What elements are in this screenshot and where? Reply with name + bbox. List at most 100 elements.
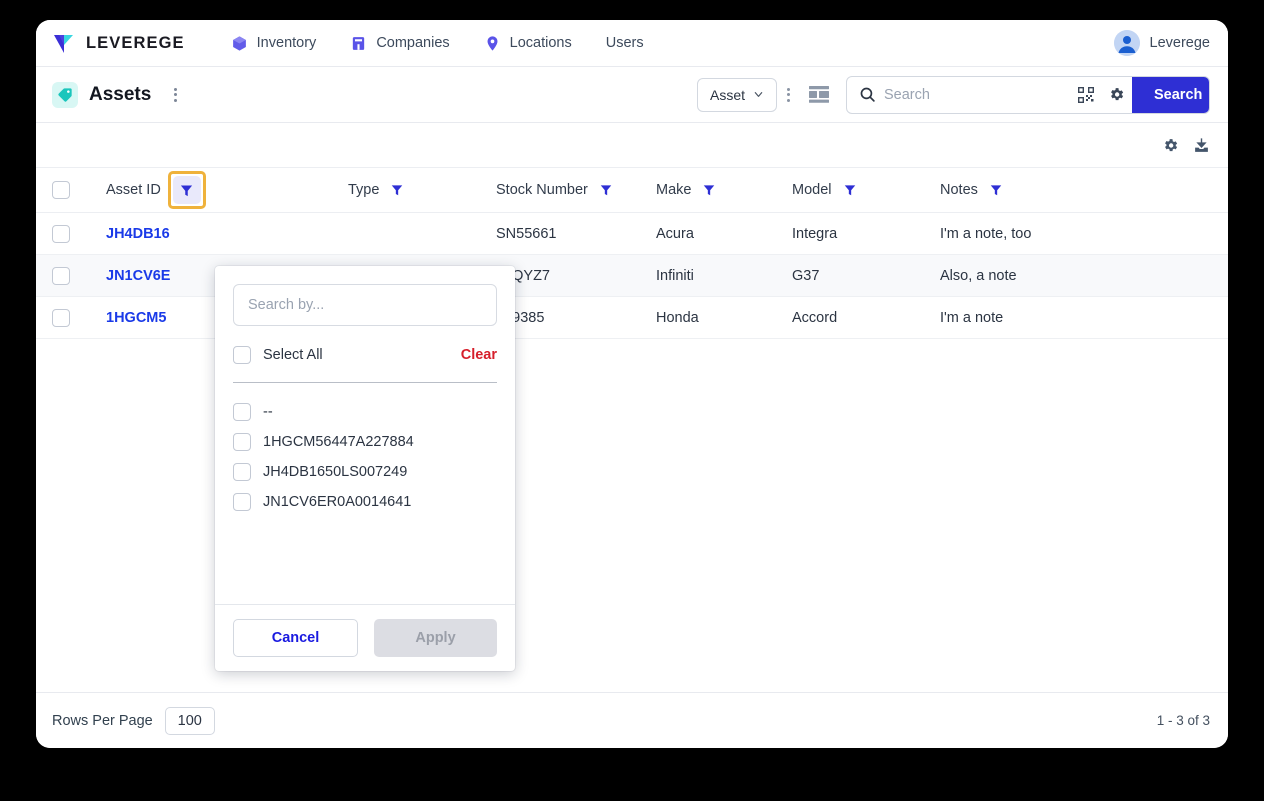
- nav-item-locations[interactable]: Locations: [482, 31, 574, 56]
- filter-icon-type[interactable]: [390, 183, 404, 197]
- column-label: Notes: [940, 182, 978, 198]
- type-select-dropdown[interactable]: Asset: [696, 77, 777, 112]
- filter-option-label: JH4DB1650LS007249: [263, 464, 408, 480]
- filter-option-checkbox[interactable]: [233, 403, 251, 421]
- search-button[interactable]: Search: [1132, 76, 1209, 113]
- filter-option-checkbox[interactable]: [233, 463, 251, 481]
- screen: LEVEREGE Inventory Companies Locations U…: [0, 0, 1264, 801]
- filter-popup-actions: Cancel Apply: [215, 604, 515, 671]
- page-title: Assets: [89, 83, 152, 105]
- user-name: Leverege: [1149, 35, 1210, 51]
- building-icon: [350, 35, 367, 52]
- nav-item-label: Companies: [376, 35, 450, 51]
- filter-search-field: [233, 284, 497, 326]
- top-navigation-bar: LEVEREGE Inventory Companies Locations U…: [36, 20, 1228, 66]
- user-menu[interactable]: Leverege: [1113, 30, 1210, 56]
- type-select-value: Asset: [709, 86, 745, 103]
- nav-item-label: Locations: [509, 35, 572, 51]
- filter-option[interactable]: 1HGCM56447A227884: [233, 427, 497, 457]
- cell-asset-id[interactable]: JH4DB16: [106, 226, 348, 242]
- leverege-logo-icon: [52, 31, 76, 55]
- nav-item-users[interactable]: Users: [604, 31, 646, 55]
- filter-option-label: JN1CV6ER0A0014641: [263, 494, 412, 510]
- nav-item-inventory[interactable]: Inventory: [229, 31, 319, 56]
- column-label: Model: [792, 182, 832, 198]
- filter-search-input[interactable]: [248, 297, 482, 313]
- toolbar-controls: Asset Search Search: [696, 75, 1210, 114]
- select-all-rows-checkbox[interactable]: [52, 181, 70, 199]
- table-header-row: Asset ID Type Stock Number Make Model No…: [36, 167, 1228, 213]
- row-select-cell: [52, 308, 106, 327]
- cell-notes: I'm a note: [940, 309, 1004, 326]
- map-pin-icon: [484, 35, 501, 52]
- select-all-label: Select All: [263, 347, 323, 363]
- column-header-type: Type: [348, 182, 496, 198]
- nav-item-companies[interactable]: Companies: [348, 31, 451, 56]
- column-header-asset-id: Asset ID: [106, 171, 348, 209]
- nav-item-label: Users: [605, 35, 644, 51]
- column-label: Stock Number: [496, 182, 588, 198]
- download-export-icon[interactable]: [1193, 137, 1210, 154]
- page-title-group: Assets: [52, 81, 183, 108]
- row-checkbox[interactable]: [52, 308, 70, 327]
- search-settings-gear-icon[interactable]: [1101, 86, 1132, 103]
- search-bar: Search: [846, 75, 1210, 114]
- filter-icon-make[interactable]: [702, 183, 716, 197]
- filter-option[interactable]: JH4DB1650LS007249: [233, 457, 497, 487]
- cell-make: Honda: [656, 309, 699, 326]
- select-all-checkbox[interactable]: [233, 346, 251, 364]
- layout-panel-icon[interactable]: [800, 80, 838, 109]
- filter-option[interactable]: JN1CV6ER0A0014641: [233, 487, 497, 517]
- cell-notes: Also, a note: [940, 267, 1017, 284]
- nav-item-label: Inventory: [256, 35, 317, 51]
- column-header-notes: Notes: [940, 182, 1160, 198]
- apply-button[interactable]: Apply: [374, 619, 497, 657]
- tag-icon: [52, 81, 78, 108]
- filter-option-label: 1HGCM56447A227884: [263, 434, 414, 450]
- filter-option-checkbox[interactable]: [233, 493, 251, 511]
- column-label: Type: [348, 182, 380, 198]
- filter-icon-stock-number[interactable]: [599, 183, 613, 197]
- filter-icon-asset-id[interactable]: [172, 176, 201, 204]
- avatar: [1113, 30, 1140, 56]
- column-label: Make: [656, 182, 692, 198]
- filter-option-checkbox[interactable]: [233, 433, 251, 451]
- cell-notes: I'm a note, too: [940, 225, 1032, 242]
- qr-code-icon[interactable]: [1071, 86, 1101, 103]
- filter-icon-model[interactable]: [843, 183, 857, 197]
- brand-name: LEVEREGE: [86, 33, 185, 52]
- cell-stock-number: 999385: [496, 309, 545, 326]
- cell-make: Acura: [656, 225, 694, 242]
- asset-id-filter-highlight: [167, 171, 206, 209]
- cancel-button[interactable]: Cancel: [233, 619, 358, 657]
- brand-logo-group[interactable]: LEVEREGE: [52, 31, 185, 55]
- page-options-kebab-icon[interactable]: [168, 84, 183, 106]
- table-row[interactable]: JH4DB16 SN55661 Acura Integra I'm a note…: [36, 213, 1228, 255]
- cell-model: Integra: [792, 225, 838, 242]
- filter-option-label: --: [263, 404, 273, 420]
- main-nav-items: Inventory Companies Locations Users: [229, 31, 646, 56]
- pagination-status: 1 - 3 of 3: [1156, 713, 1210, 728]
- column-label: Asset ID: [106, 182, 161, 198]
- column-header-model: Model: [792, 182, 940, 198]
- cube-icon: [231, 35, 248, 52]
- table-settings-gear-icon[interactable]: [1162, 137, 1179, 154]
- row-select-cell: [52, 266, 106, 285]
- toolbar-kebab-icon[interactable]: [777, 82, 800, 108]
- cell-stock-number: 88QYZ7: [496, 267, 550, 284]
- cell-make: Infiniti: [656, 267, 694, 284]
- search-input[interactable]: [884, 76, 1071, 113]
- filter-options-list[interactable]: -- 1HGCM56447A227884 JH4DB1650LS007249 J…: [215, 383, 515, 604]
- select-all-rows-cell: [52, 181, 106, 199]
- rows-per-page-label: Rows Per Page: [52, 712, 153, 729]
- clear-button[interactable]: Clear: [461, 347, 497, 363]
- cell-model: G37: [792, 267, 820, 284]
- filter-icon-notes[interactable]: [989, 183, 1003, 197]
- row-checkbox[interactable]: [52, 224, 70, 243]
- rows-per-page-select[interactable]: 100: [164, 706, 215, 735]
- row-checkbox[interactable]: [52, 266, 70, 285]
- table-footer: Rows Per Page 100 1 - 3 of 3: [36, 692, 1228, 748]
- chevron-down-icon: [753, 89, 764, 100]
- filter-option[interactable]: --: [233, 397, 497, 427]
- column-header-stock-number: Stock Number: [496, 182, 656, 198]
